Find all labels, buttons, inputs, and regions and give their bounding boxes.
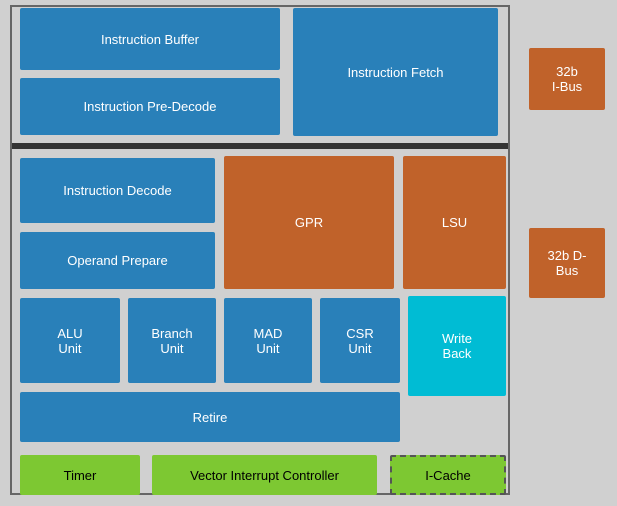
instruction-fetch-label: Instruction Fetch [347, 65, 443, 80]
icache-label: I-Cache [425, 468, 471, 483]
mad-unit-label: MAD Unit [254, 326, 283, 356]
timer-label: Timer [64, 468, 97, 483]
vector-interrupt-block: Vector Interrupt Controller [152, 455, 377, 495]
timer-block: Timer [20, 455, 140, 495]
instruction-decode-block: Instruction Decode [20, 158, 215, 223]
d-bus-label: 32b D- Bus [547, 248, 586, 278]
operand-prepare-label: Operand Prepare [67, 253, 167, 268]
vector-interrupt-label: Vector Interrupt Controller [190, 468, 339, 483]
lsu-block: LSU [403, 156, 506, 289]
i-bus-label: 32b I-Bus [552, 64, 582, 94]
branch-unit-label: Branch Unit [151, 326, 192, 356]
instruction-fetch-block: Instruction Fetch [293, 8, 498, 136]
operand-prepare-block: Operand Prepare [20, 232, 215, 289]
d-bus-block: 32b D- Bus [529, 228, 605, 298]
mad-unit-block: MAD Unit [224, 298, 312, 383]
retire-block: Retire [20, 392, 400, 442]
lsu-label: LSU [442, 215, 467, 230]
branch-unit-block: Branch Unit [128, 298, 216, 383]
csr-unit-label: CSR Unit [346, 326, 373, 356]
icache-block: I-Cache [390, 455, 506, 495]
instruction-predecode-block: Instruction Pre-Decode [20, 78, 280, 135]
retire-label: Retire [193, 410, 228, 425]
instruction-buffer-block: Instruction Buffer [20, 8, 280, 70]
instruction-decode-label: Instruction Decode [63, 183, 171, 198]
i-bus-block: 32b I-Bus [529, 48, 605, 110]
alu-unit-block: ALU Unit [20, 298, 120, 383]
gpr-label: GPR [295, 215, 323, 230]
instruction-predecode-label: Instruction Pre-Decode [84, 99, 217, 114]
csr-unit-block: CSR Unit [320, 298, 400, 383]
write-back-block: Write Back [408, 296, 506, 396]
gpr-block: GPR [224, 156, 394, 289]
instruction-buffer-label: Instruction Buffer [101, 32, 199, 47]
write-back-label: Write Back [442, 331, 472, 361]
alu-unit-label: ALU Unit [57, 326, 82, 356]
